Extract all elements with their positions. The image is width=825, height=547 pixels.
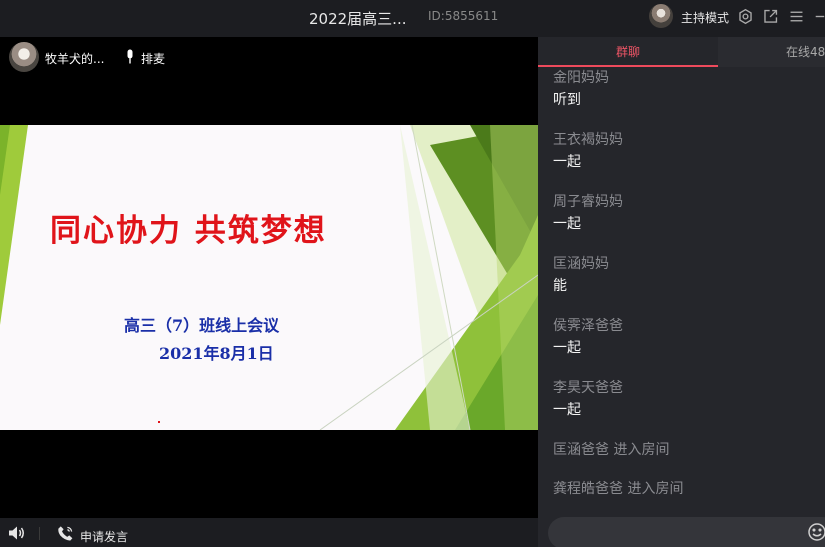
chat-message: 侯霁泽爸爸 一起 — [553, 316, 623, 358]
message-content: 一起 — [553, 402, 581, 418]
presentation-slide: 同心协力 共筑梦想 高三（7）班线上会议 2021年8月1日 — [0, 125, 538, 430]
message-sender: 周子睿妈妈 — [553, 194, 623, 210]
chat-panel: 群聊 在线48 金阳妈妈 听到 王衣褐妈妈 一起 周子睿妈妈 一起 匡涵妈妈 能… — [538, 37, 825, 547]
system-message: 龚程皓爸爸 进入房间 — [553, 479, 683, 499]
tab-online[interactable]: 在线48 — [718, 37, 825, 67]
message-content: 听到 — [553, 92, 581, 108]
emoji-icon[interactable] — [807, 522, 825, 542]
title-bar: 2022届高三... ID:5855611 主持模式 — [0, 0, 825, 37]
window-title: 2022届高三... — [309, 10, 407, 28]
message-content: 一起 — [553, 154, 581, 170]
message-sender: 侯霁泽爸爸 — [553, 318, 623, 334]
microphone-icon[interactable] — [124, 49, 136, 65]
message-content: 一起 — [553, 216, 581, 232]
slide-subtitle: 高三（7）班线上会议 — [124, 316, 280, 335]
apply-speak-button[interactable]: 申请发言 — [80, 528, 128, 545]
slide-dot — [158, 421, 160, 423]
chat-input[interactable] — [548, 517, 825, 547]
control-bar: 申请发言 — [0, 518, 538, 547]
slide-decoration — [0, 125, 538, 430]
host-mode-label[interactable]: 主持模式 — [681, 9, 729, 26]
menu-icon[interactable] — [788, 8, 805, 25]
message-sender: 李昊天爸爸 — [553, 380, 623, 396]
meeting-window: 2022届高三... ID:5855611 主持模式 牧羊犬的... 排麦 同心… — [0, 0, 825, 547]
message-sender: 王衣褐妈妈 — [553, 132, 623, 148]
slide-title: 同心协力 共筑梦想 — [50, 213, 327, 249]
chat-message: 李昊天爸爸 一起 — [553, 378, 623, 420]
chat-message: 周子睿妈妈 一起 — [553, 192, 623, 234]
system-message: 匡涵爸爸 进入房间 — [553, 440, 669, 460]
video-area: 牧羊犬的... 排麦 同心协力 共筑梦想 高三（7）班线上会议 2021年8月1… — [0, 37, 538, 518]
presenter-avatar[interactable] — [9, 42, 39, 72]
divider — [39, 527, 40, 540]
popout-icon[interactable] — [762, 8, 779, 25]
system-message-text: 匡涵爸爸 进入房间 — [553, 442, 670, 458]
mic-queue-button[interactable]: 排麦 — [141, 50, 165, 67]
chat-message: 金阳妈妈 听到 — [553, 68, 609, 110]
slide-date: 2021年8月1日 — [159, 344, 274, 363]
system-message-text: 龚程皓爸爸 进入房间 — [553, 481, 684, 497]
message-sender: 金阳妈妈 — [553, 70, 609, 86]
message-sender: 匡涵妈妈 — [553, 256, 609, 272]
volume-icon[interactable] — [8, 525, 26, 541]
chat-message: 匡涵妈妈 能 — [553, 254, 609, 296]
message-list: 金阳妈妈 听到 王衣褐妈妈 一起 周子睿妈妈 一起 匡涵妈妈 能 侯霁泽爸爸 一… — [538, 67, 825, 517]
presenter-name: 牧羊犬的... — [45, 52, 105, 66]
message-content: 能 — [553, 278, 567, 294]
room-id: ID:5855611 — [428, 9, 499, 23]
chat-message: 王衣褐妈妈 一起 — [553, 130, 623, 172]
message-content: 一起 — [553, 340, 581, 356]
settings-icon[interactable] — [737, 8, 754, 25]
minimize-icon[interactable] — [814, 8, 825, 25]
panel-tabs: 群聊 在线48 — [538, 37, 825, 67]
phone-icon[interactable] — [57, 525, 74, 542]
host-avatar[interactable] — [649, 4, 673, 28]
tab-group-chat[interactable]: 群聊 — [538, 37, 718, 67]
